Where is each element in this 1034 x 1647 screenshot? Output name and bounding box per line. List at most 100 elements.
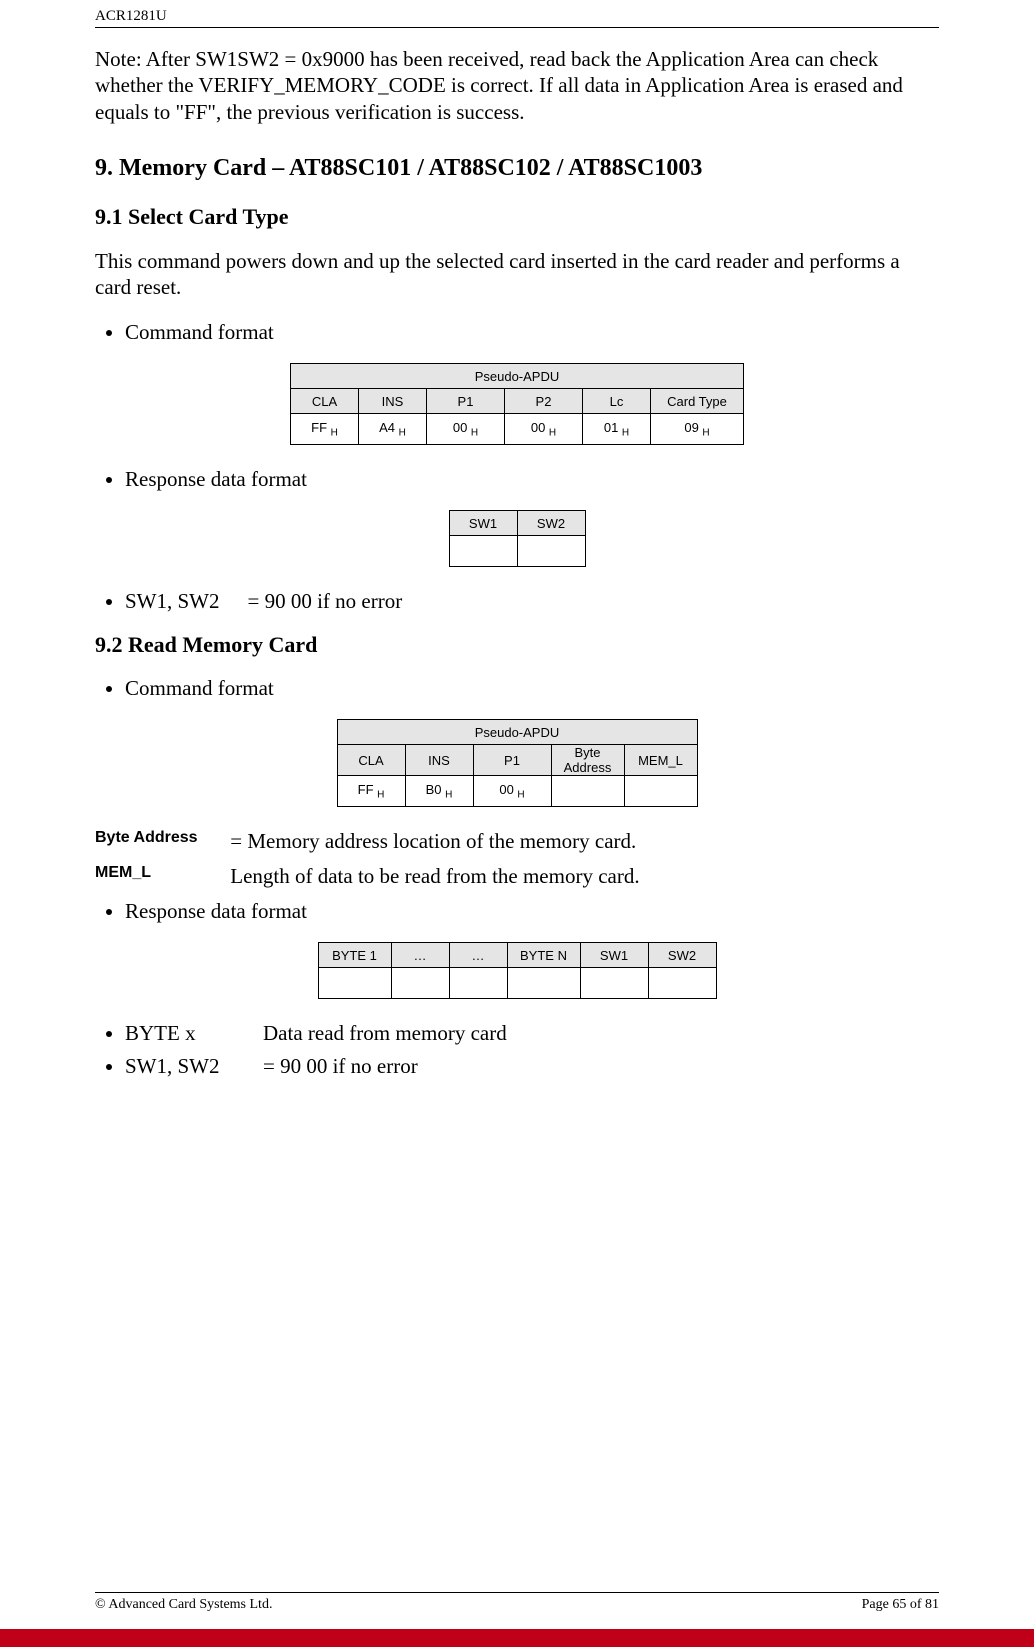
- td-p2: 00 H: [505, 414, 583, 445]
- td-ct: 09 H: [651, 414, 744, 445]
- td-p2-val: 00: [531, 420, 549, 435]
- bullet-list-91a: Command format: [125, 320, 939, 345]
- th-ct: Card Type: [651, 389, 744, 414]
- sw-label: SW1, SW2: [125, 589, 220, 614]
- th-sw1: SW1: [449, 511, 517, 536]
- td-p1-val: 00: [453, 420, 471, 435]
- bullet-resp-format: Response data format: [125, 467, 939, 492]
- header-rule: [95, 27, 939, 28]
- def-ba-eq: =: [230, 829, 247, 853]
- td92-ba-empty: [551, 776, 624, 807]
- byte-desc: Data read from memory card: [263, 1021, 507, 1046]
- td-cla-sub: H: [331, 428, 338, 439]
- th92r-d2: …: [449, 943, 507, 968]
- th92-mem: MEM_L: [624, 745, 697, 776]
- footer-left: © Advanced Card Systems Ltd.: [95, 1597, 272, 1613]
- td92-ins-val: B0: [426, 782, 446, 797]
- sw92-label: SW1, SW2: [125, 1054, 235, 1079]
- td-p2-sub: H: [549, 428, 556, 439]
- td92-ins-sub: H: [445, 790, 452, 801]
- def-ba-label: Byte Address: [95, 829, 225, 847]
- section-9-1-title: 9.1 Select Card Type: [95, 204, 939, 230]
- table-91-cmd: Pseudo-APDU CLA INS P1 P2 Lc Card Type F…: [290, 363, 744, 445]
- th92r-sw2: SW2: [648, 943, 716, 968]
- td92r-e4: [507, 968, 580, 999]
- td92-ins: B0 H: [405, 776, 473, 807]
- header-product: ACR1281U: [95, 0, 939, 27]
- td-ct-sub: H: [702, 428, 709, 439]
- td-cla: FF H: [291, 414, 359, 445]
- bullet-list-91b: Response data format: [125, 467, 939, 492]
- th92-ins: INS: [405, 745, 473, 776]
- footer-rule: [95, 1592, 939, 1593]
- th92r-sw1: SW1: [580, 943, 648, 968]
- td92-p1-val: 00: [499, 782, 517, 797]
- td-ins: A4 H: [359, 414, 427, 445]
- section-9-2-title: 9.2 Read Memory Card: [95, 632, 939, 658]
- td-sw1-empty: [449, 536, 517, 567]
- section-9-1-intro: This command powers down and up the sele…: [95, 248, 939, 301]
- table-91-resp: SW1 SW2: [449, 510, 586, 567]
- td92r-e1: [318, 968, 391, 999]
- table-92-resp-wrap: BYTE 1 … … BYTE N SW1 SW2: [95, 942, 939, 999]
- td92r-e2: [391, 968, 449, 999]
- td92r-e6: [648, 968, 716, 999]
- sw92-desc: = 90 00 if no error: [263, 1054, 418, 1079]
- byte-label: BYTE x: [125, 1021, 235, 1046]
- def-byte-address: Byte Address = Memory address location o…: [95, 829, 939, 854]
- td-ins-sub: H: [399, 428, 406, 439]
- bullet-list-92c: BYTE x Data read from memory card SW1, S…: [125, 1021, 939, 1079]
- td92-p1: 00 H: [473, 776, 551, 807]
- table-92-cmd: Pseudo-APDU CLA INS P1 Byte Address MEM_…: [337, 719, 698, 807]
- td-sw2-empty: [517, 536, 585, 567]
- td-p1-sub: H: [471, 428, 478, 439]
- td-ct-val: 09: [684, 420, 702, 435]
- td-lc-val: 01: [604, 420, 622, 435]
- th92r-d1: …: [391, 943, 449, 968]
- bullet-cmd-format: Command format: [125, 320, 939, 345]
- th92-cla: CLA: [337, 745, 405, 776]
- td92-cla: FF H: [337, 776, 405, 807]
- bullet-sw: SW1, SW2 = 90 00 if no error: [125, 589, 939, 614]
- bullet-92-byte: BYTE x Data read from memory card: [125, 1021, 939, 1046]
- th-cla: CLA: [291, 389, 359, 414]
- bullet-92-cmd: Command format: [125, 676, 939, 701]
- th-lc: Lc: [583, 389, 651, 414]
- td92r-e5: [580, 968, 648, 999]
- table-92-cmd-caption: Pseudo-APDU: [337, 720, 697, 745]
- page: ACR1281U Note: After SW1SW2 = 0x9000 has…: [0, 0, 1034, 1647]
- footer: © Advanced Card Systems Ltd. Page 65 of …: [95, 1592, 939, 1613]
- td-p1: 00 H: [427, 414, 505, 445]
- table-91-resp-wrap: SW1 SW2: [95, 510, 939, 567]
- th92-p1: P1: [473, 745, 551, 776]
- bullet-92-sw: SW1, SW2 = 90 00 if no error: [125, 1054, 939, 1079]
- th92r-b1: BYTE 1: [318, 943, 391, 968]
- def-mem-label: MEM_L: [95, 864, 225, 882]
- td92r-e3: [449, 968, 507, 999]
- th-ins: INS: [359, 389, 427, 414]
- td92-mem-empty: [624, 776, 697, 807]
- def-mem-desc: Length of data to be read from the memor…: [230, 864, 639, 888]
- def-ba-desc: Memory address location of the memory ca…: [247, 829, 636, 853]
- table-91-cmd-caption: Pseudo-APDU: [291, 364, 744, 389]
- td-lc: 01 H: [583, 414, 651, 445]
- table-91-cmd-wrap: Pseudo-APDU CLA INS P1 P2 Lc Card Type F…: [95, 363, 939, 445]
- th-sw2: SW2: [517, 511, 585, 536]
- bullet-92-resp: Response data format: [125, 899, 939, 924]
- td92-cla-sub: H: [377, 790, 384, 801]
- bottom-red-bar: [0, 1629, 1034, 1647]
- note-paragraph: Note: After SW1SW2 = 0x9000 has been rec…: [95, 46, 939, 125]
- td92-cla-val: FF: [358, 782, 378, 797]
- sw-desc: = 90 00 if no error: [248, 589, 403, 614]
- th92-ba: Byte Address: [551, 745, 624, 776]
- table-92-cmd-wrap: Pseudo-APDU CLA INS P1 Byte Address MEM_…: [95, 719, 939, 807]
- td92-p1-sub: H: [517, 790, 524, 801]
- td-lc-sub: H: [622, 428, 629, 439]
- bullet-list-92b: Response data format: [125, 899, 939, 924]
- th-p1: P1: [427, 389, 505, 414]
- th-p2: P2: [505, 389, 583, 414]
- th92r-bn: BYTE N: [507, 943, 580, 968]
- td-cla-val: FF: [311, 420, 331, 435]
- td-ins-val: A4: [379, 420, 399, 435]
- def-mem-l: MEM_L Length of data to be read from the…: [95, 864, 939, 889]
